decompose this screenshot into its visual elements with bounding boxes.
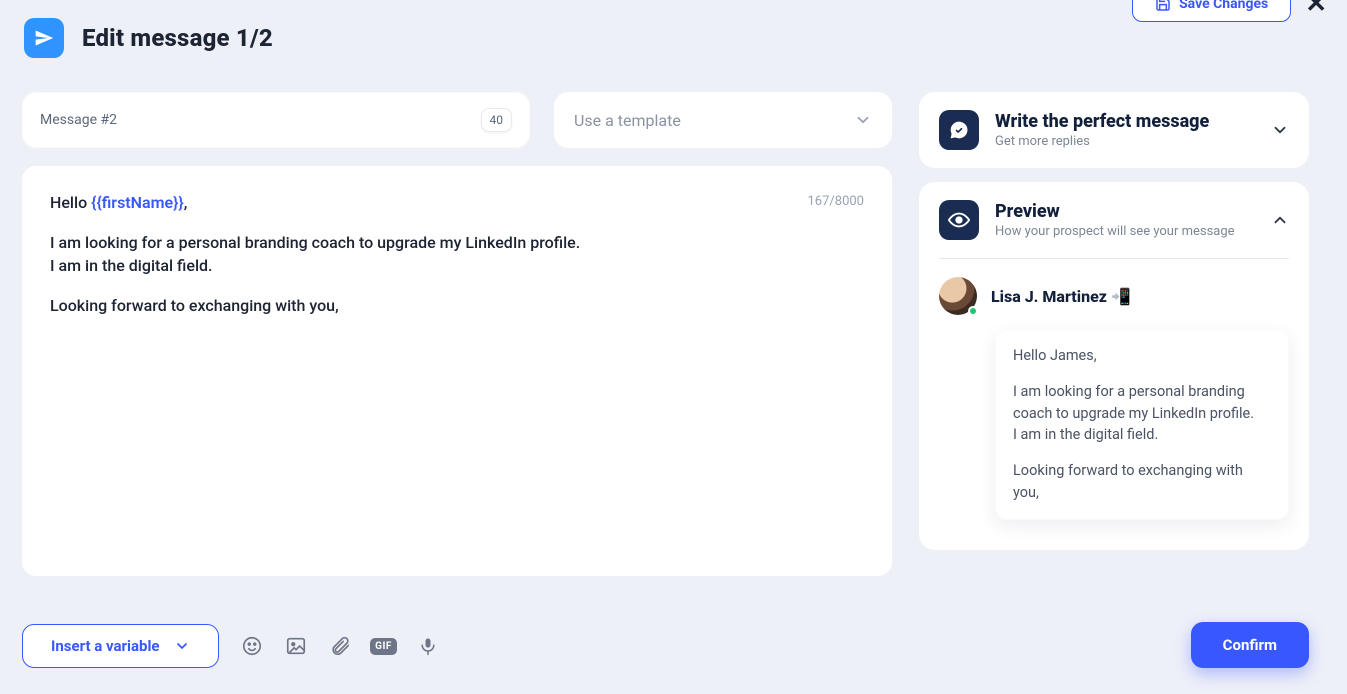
- page-title: Edit message 1/2: [82, 24, 273, 52]
- tips-subtitle: Get more replies: [995, 134, 1255, 149]
- greeting-prefix: Hello: [50, 193, 91, 212]
- microphone-icon[interactable]: [417, 635, 439, 657]
- preview-title: Preview: [995, 201, 1255, 222]
- message-editor[interactable]: 167/8000 Hello {{firstName}}, I am looki…: [22, 166, 892, 576]
- gif-label: GIF: [370, 638, 397, 655]
- message-char-count: 40: [481, 108, 513, 132]
- editor-char-counter: 167/8000: [807, 194, 864, 209]
- emoji-icon[interactable]: [241, 635, 263, 657]
- chevron-down-icon: [174, 638, 190, 654]
- preview-person-name: Lisa J. Martinez 📲: [991, 287, 1131, 306]
- attachment-icon[interactable]: [329, 635, 351, 657]
- tips-title: Write the perfect message: [995, 111, 1255, 132]
- save-changes-button[interactable]: Save Changes: [1132, 0, 1291, 22]
- template-placeholder: Use a template: [574, 111, 681, 130]
- message-label-field[interactable]: Message #2 40: [22, 92, 530, 148]
- eye-icon: [939, 200, 979, 240]
- editor-line: Looking forward to exchanging with you,: [50, 295, 864, 317]
- bubble-line: I am in the digital field.: [1013, 424, 1271, 446]
- editor-body: Hello {{firstName}}, I am looking for a …: [50, 192, 864, 318]
- variable-token: {{firstName}}: [91, 193, 184, 212]
- gif-icon[interactable]: GIF: [373, 635, 395, 657]
- message-label-text: Message #2: [40, 112, 117, 128]
- chevron-up-icon[interactable]: [1271, 211, 1289, 229]
- save-icon: [1155, 0, 1171, 12]
- editor-line: I am looking for a personal branding coa…: [50, 232, 864, 254]
- confirm-label: Confirm: [1223, 636, 1277, 654]
- save-changes-label: Save Changes: [1179, 0, 1268, 12]
- confirm-button[interactable]: Confirm: [1191, 622, 1309, 668]
- preview-card: Preview How your prospect will see your …: [919, 182, 1309, 550]
- template-select[interactable]: Use a template: [554, 92, 892, 148]
- preview-subtitle: How your prospect will see your message: [995, 224, 1255, 239]
- insert-variable-label: Insert a variable: [51, 637, 160, 655]
- insert-variable-button[interactable]: Insert a variable: [22, 624, 219, 668]
- image-icon[interactable]: [285, 635, 307, 657]
- preview-message-bubble: Hello James, I am looking for a personal…: [995, 329, 1289, 520]
- bubble-line: Looking forward to exchanging with you,: [1013, 460, 1271, 504]
- online-dot-icon: [968, 306, 978, 316]
- avatar: [939, 277, 977, 315]
- chevron-down-icon: [1271, 121, 1289, 139]
- tips-card[interactable]: Write the perfect message Get more repli…: [919, 92, 1309, 168]
- editor-line: I am in the digital field.: [50, 255, 864, 277]
- app-badge-icon: [24, 18, 64, 58]
- bubble-line: Hello James,: [1013, 345, 1271, 367]
- chevron-down-icon: [854, 111, 872, 129]
- chat-icon: [939, 110, 979, 150]
- bubble-line: I am looking for a personal branding coa…: [1013, 381, 1271, 425]
- greeting-suffix: ,: [184, 193, 188, 212]
- close-icon[interactable]: ✕: [1305, 0, 1327, 19]
